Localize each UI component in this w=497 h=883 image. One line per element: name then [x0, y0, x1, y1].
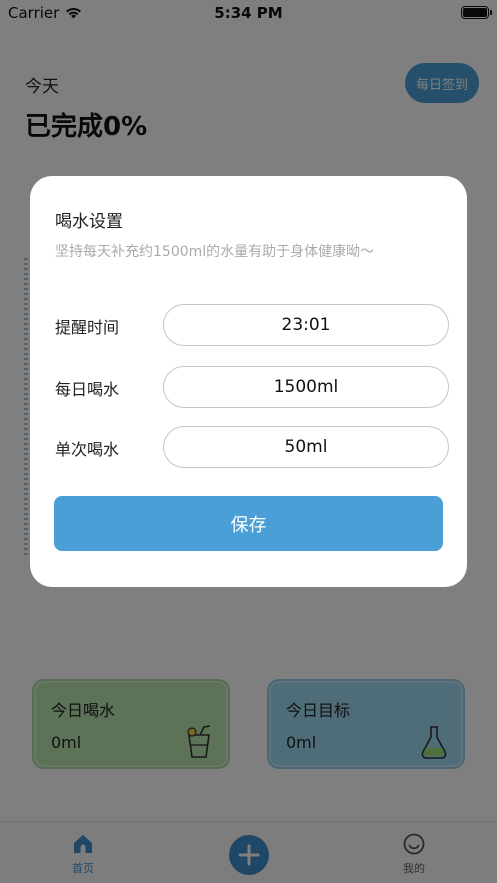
daily-water-label: 每日喝水: [55, 380, 120, 399]
daily-water-row: 每日喝水 1500ml: [55, 366, 449, 408]
reminder-time-row: 提醒时间 23:01: [55, 304, 449, 346]
save-button[interactable]: 保存: [54, 496, 443, 551]
single-water-label: 单次喝水: [55, 440, 120, 459]
single-water-field[interactable]: 50ml: [163, 426, 449, 468]
dialog-description: 坚持每天补充约1500ml的水量有助于身体健康呦～: [55, 244, 375, 260]
reminder-time-label: 提醒时间: [55, 318, 120, 337]
single-water-row: 单次喝水 50ml: [55, 426, 449, 468]
reminder-time-field[interactable]: 23:01: [163, 304, 449, 346]
daily-water-field[interactable]: 1500ml: [163, 366, 449, 408]
water-settings-dialog: 喝水设置 坚持每天补充约1500ml的水量有助于身体健康呦～ 提醒时间 23:0…: [30, 176, 467, 587]
dialog-title: 喝水设置: [55, 212, 123, 232]
